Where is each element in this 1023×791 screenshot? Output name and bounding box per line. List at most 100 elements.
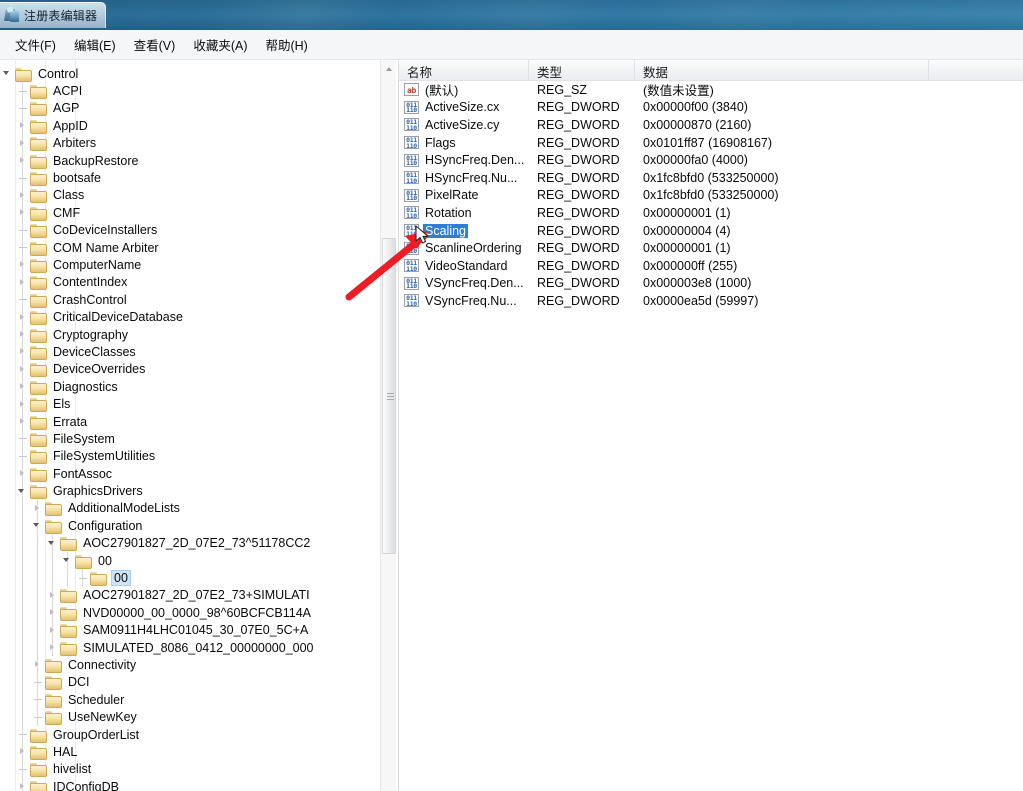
expand-twisty-icon[interactable] [45,587,60,604]
tree-node[interactable]: UseNewKey [0,708,380,726]
tree-node[interactable]: Configuration [0,517,380,535]
value-row[interactable]: 011 110 Flags REG_DWORD 0x0101ff87 (16908167… [399,134,1023,152]
tree-node[interactable]: NVD00000_00_0000_98^60BCFCB114A [0,604,380,622]
registry-tree-pane[interactable]: Control ACPI AGP AppID Arbiters BackupRestore… [0,60,396,791]
menu-file[interactable]: 文件(F) [6,32,65,57]
tree-node[interactable]: Diagnostics [0,378,380,396]
tree-node[interactable]: hivelist [0,760,380,779]
value-row[interactable]: 011 110 HSyncFreq.Den... REG_DWORD 0x00000fa… [399,151,1023,169]
tree-node[interactable]: Els [0,395,380,413]
tree-node[interactable]: FileSystemUtilities [0,447,380,465]
expand-twisty-icon[interactable] [45,604,60,621]
value-row[interactable]: 011 110 PixelRate REG_DWORD 0x1fc8bfd0 (5332… [399,187,1023,205]
tree-node[interactable]: AOC27901827_2D_07E2_73+SIMULATI [0,586,380,605]
tree-node[interactable]: DeviceOverrides [0,360,380,379]
tree-node[interactable]: Errata [0,412,380,431]
tree-node[interactable]: 00 [0,551,380,570]
registry-values-pane[interactable]: 名称 类型 数据 ab (默认) REG_SZ (数值未设置) 011 110 Active… [398,60,1023,791]
expand-twisty-icon[interactable] [15,204,30,221]
tree-node[interactable]: CoDeviceInstallers [0,221,380,239]
column-data[interactable]: 数据 [635,60,929,81]
collapse-twisty-icon[interactable] [0,65,15,82]
expand-twisty-icon[interactable] [15,135,30,152]
collapse-twisty-icon[interactable] [45,535,60,552]
expand-twisty-icon[interactable] [15,465,30,482]
scroll-up-arrow-icon[interactable] [381,60,396,77]
tree-node[interactable]: AppID [0,117,380,135]
value-row[interactable]: 011 110 ScanlineOrdering REG_DWORD 0x0000000… [399,239,1023,257]
expand-twisty-icon[interactable] [45,622,60,639]
tree-node[interactable]: ACPI [0,82,380,100]
value-row[interactable]: 011 110 Scaling REG_DWORD 0x00000004 (4) [399,222,1023,240]
tree-node[interactable]: Arbiters [0,134,380,152]
value-row[interactable]: 011 110 VSyncFreq.Den... REG_DWORD 0x000003e… [399,275,1023,293]
tree-node[interactable]: COM Name Arbiter [0,238,380,257]
window-title-tab[interactable]: 注册表编辑器 [0,2,107,28]
value-row[interactable]: 011 110 HSyncFreq.Nu... REG_DWORD 0x1fc8bfd0… [399,169,1023,187]
tree-node[interactable]: Scheduler [0,691,380,709]
tree-node[interactable]: SIMULATED_8086_0412_00000000_000 [0,638,380,657]
value-row[interactable]: 011 110 VideoStandard REG_DWORD 0x000000ff (… [399,257,1023,275]
registry-values-list[interactable]: ab (默认) REG_SZ (数值未设置) 011 110 ActiveSize.cx RE… [399,81,1023,310]
menu-edit[interactable]: 编辑(E) [65,32,125,57]
tree-node[interactable]: FontAssoc [0,464,380,483]
expand-twisty-icon[interactable] [30,656,45,673]
expand-twisty-icon[interactable] [15,743,30,760]
collapse-twisty-icon[interactable] [30,517,45,534]
expand-twisty-icon[interactable] [15,378,30,395]
expand-twisty-icon[interactable] [15,343,30,360]
tree-node[interactable]: CrashControl [0,291,380,309]
tree-vertical-scrollbar[interactable] [380,60,396,791]
tree-node[interactable]: FileSystem [0,430,380,448]
column-name[interactable]: 名称 [399,60,529,81]
value-row[interactable]: ab (默认) REG_SZ (数值未设置) [399,81,1023,99]
tree-node[interactable]: DeviceClasses [0,343,380,361]
tree-node[interactable]: GraphicsDrivers [0,482,380,500]
menu-view[interactable]: 查看(V) [125,32,185,57]
expand-twisty-icon[interactable] [15,361,30,378]
expand-twisty-icon[interactable] [15,326,30,343]
value-name-label: Rotation [425,205,472,220]
tree-node[interactable]: AGP [0,99,380,118]
expand-twisty-icon[interactable] [30,500,45,517]
collapse-twisty-icon[interactable] [60,552,75,569]
tree-node[interactable]: Class [0,186,380,205]
value-row[interactable]: 011 110 ActiveSize.cy REG_DWORD 0x00000870 (… [399,116,1023,134]
collapse-twisty-icon[interactable] [15,483,30,500]
tree-scrollbar-thumb[interactable] [382,238,396,554]
registry-tree[interactable]: Control ACPI AGP AppID Arbiters BackupRestore… [0,60,380,791]
menu-help[interactable]: 帮助(H) [256,32,316,57]
tree-node[interactable]: BackupRestore [0,151,380,170]
tree-node[interactable]: CriticalDeviceDatabase [0,308,380,326]
tree-node[interactable]: bootsafe [0,169,380,187]
expand-twisty-icon[interactable] [15,309,30,326]
tree-node[interactable]: AdditionalModeLists [0,499,380,518]
expand-twisty-icon[interactable] [15,187,30,204]
tree-node[interactable]: HAL [0,743,380,761]
value-row[interactable]: 011 110 VSyncFreq.Nu... REG_DWORD 0x0000ea5d… [399,292,1023,310]
tree-node[interactable]: ComputerName [0,256,380,274]
tree-node[interactable]: IDConfigDB [0,778,380,791]
value-row[interactable]: 011 110 Rotation REG_DWORD 0x00000001 (1) [399,204,1023,222]
tree-node[interactable]: AOC27901827_2D_07E2_73^51178CC2 [0,534,380,552]
tree-node[interactable]: Cryptography [0,325,380,344]
tree-node[interactable]: 00 [0,569,380,587]
tree-node[interactable]: SAM0911H4LHC01045_30_07E0_5C+A [0,621,380,639]
expand-twisty-icon[interactable] [15,413,30,430]
tree-node[interactable]: DCI [0,673,380,692]
expand-twisty-icon[interactable] [45,639,60,656]
tree-node[interactable]: ContentIndex [0,273,380,292]
tree-node[interactable]: Connectivity [0,656,380,674]
tree-node[interactable]: CMF [0,204,380,222]
tree-node[interactable]: GroupOrderList [0,725,380,744]
value-row[interactable]: 011 110 ActiveSize.cx REG_DWORD 0x00000f00 (… [399,99,1023,117]
expand-twisty-icon[interactable] [15,256,30,273]
expand-twisty-icon[interactable] [15,117,30,134]
expand-twisty-icon[interactable] [15,396,30,413]
expand-twisty-icon[interactable] [15,152,30,169]
menu-favorites[interactable]: 收藏夹(A) [184,32,256,57]
column-type[interactable]: 类型 [529,60,635,81]
expand-twisty-icon[interactable] [15,778,30,791]
expand-twisty-icon[interactable] [15,274,30,291]
tree-node[interactable]: Control [0,65,380,82]
